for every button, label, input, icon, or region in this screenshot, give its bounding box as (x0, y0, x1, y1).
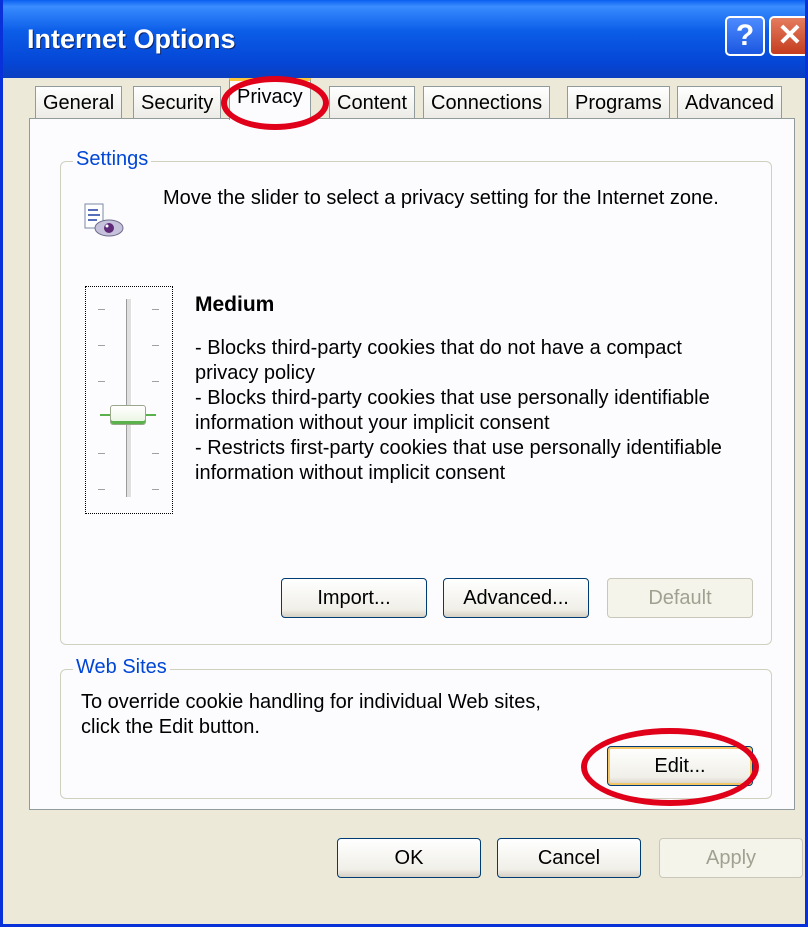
settings-instruction: Move the slider to select a privacy sett… (163, 187, 719, 209)
privacy-level-slider[interactable] (85, 286, 173, 514)
tab-privacy[interactable]: Privacy (229, 78, 311, 120)
slider-tick (98, 453, 105, 454)
slider-tick (152, 345, 159, 346)
tab-general[interactable]: General (35, 86, 123, 118)
tab-content[interactable]: Content (329, 86, 416, 118)
slider-tick (152, 489, 159, 490)
import-button[interactable]: Import... (281, 578, 427, 618)
privacy-level-description: - Blocks third-party cookies that do not… (195, 336, 765, 486)
title-bar[interactable]: Internet Options ? ✕ (3, 0, 805, 78)
description-line: information without your implicit consen… (195, 412, 550, 434)
slider-tick (98, 309, 105, 310)
settings-legend: Settings (73, 148, 152, 171)
slider-thumb-arm (146, 414, 156, 416)
advanced-button[interactable]: Advanced... (443, 578, 589, 618)
web-sites-group: Web Sites To override cookie handling fo… (60, 656, 772, 799)
privacy-level-title: Medium (195, 293, 275, 316)
description-line: - Restricts first-party cookies that use… (195, 437, 722, 459)
slider-tick (98, 489, 105, 490)
tab-connections[interactable]: Connections (423, 86, 551, 118)
slider-tick (152, 453, 159, 454)
internet-options-window: Internet Options ? ✕ General Security Pr… (0, 0, 808, 927)
apply-button[interactable]: Apply (659, 838, 803, 878)
slider-tick (98, 381, 105, 382)
cancel-button[interactable]: Cancel (497, 838, 641, 878)
window-title: Internet Options (27, 24, 236, 54)
tab-programs[interactable]: Programs (567, 86, 670, 118)
settings-group: Settings Move the slider to select a pri… (60, 148, 772, 645)
web-sites-line-2: click the Edit button. (81, 716, 260, 738)
slider-thumb[interactable] (110, 405, 146, 425)
edit-button[interactable]: Edit... (607, 746, 753, 786)
web-sites-legend: Web Sites (73, 656, 170, 679)
privacy-eye-icon (84, 203, 124, 237)
ok-button[interactable]: OK (337, 838, 481, 878)
web-sites-line-1: To override cookie handling for individu… (81, 691, 541, 713)
tab-security[interactable]: Security (133, 86, 222, 118)
help-button[interactable]: ? (725, 16, 765, 56)
slider-thumb-arm (100, 414, 110, 416)
close-button[interactable]: ✕ (769, 16, 805, 56)
description-line: - Blocks third-party cookies that do not… (195, 337, 682, 359)
slider-tick (152, 309, 159, 310)
tab-advanced[interactable]: Advanced (677, 86, 782, 118)
description-line: privacy policy (195, 362, 316, 384)
slider-track (126, 299, 132, 497)
slider-tick (152, 381, 159, 382)
privacy-tab-panel: Settings Move the slider to select a pri… (29, 118, 795, 810)
description-line: information without implicit consent (195, 462, 506, 484)
description-line: - Blocks third-party cookies that use pe… (195, 387, 710, 409)
default-button[interactable]: Default (607, 578, 753, 618)
slider-tick (98, 345, 105, 346)
